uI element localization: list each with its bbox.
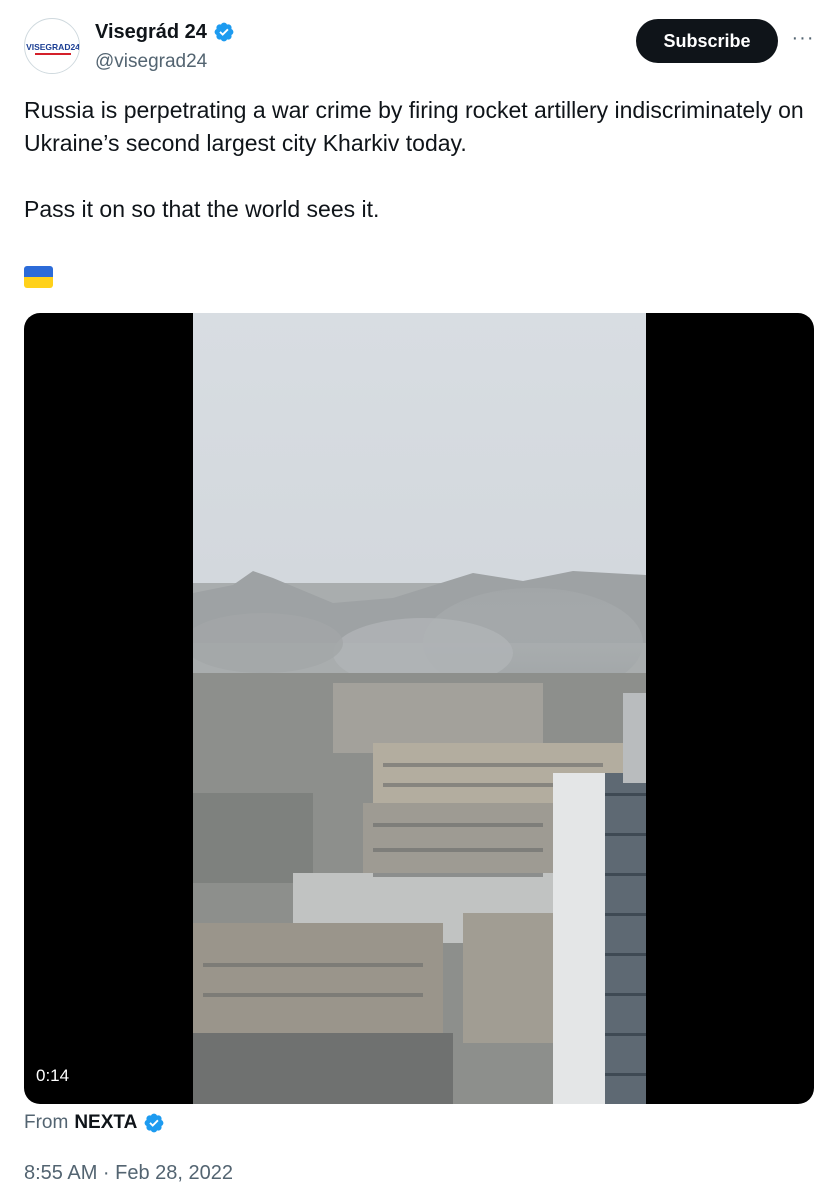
ukraine-flag-icon: [24, 266, 53, 288]
avatar[interactable]: VISEGRAD24: [24, 18, 80, 74]
subscribe-button[interactable]: Subscribe: [636, 19, 778, 63]
visegrad-logo-icon: VISEGRAD24: [26, 20, 80, 73]
video-source: From NEXTA: [24, 1112, 165, 1134]
video-source-name[interactable]: NEXTA: [74, 1112, 137, 1134]
video-frame: [193, 313, 646, 1104]
video-player[interactable]: 0:14: [24, 313, 814, 1104]
author-handle[interactable]: @visegrad24: [95, 50, 207, 74]
video-source-prefix: From: [24, 1112, 69, 1133]
verified-badge-icon: [143, 1112, 165, 1134]
author-name[interactable]: Visegrád 24: [95, 19, 207, 45]
author-name-row[interactable]: Visegrád 24: [95, 19, 235, 45]
verified-badge-icon: [213, 21, 235, 43]
avatar-logo-text: VISEGRAD24: [26, 42, 80, 52]
tweet-paragraph-1: Russia is perpetrating a war crime by fi…: [24, 97, 804, 156]
tweet-timestamp[interactable]: 8:55 AM · Feb 28, 2022: [24, 1162, 233, 1185]
tweet-paragraph-2: Pass it on so that the world sees it.: [24, 196, 380, 222]
tweet-text: Russia is perpetrating a war crime by fi…: [24, 94, 804, 226]
video-duration: 0:14: [36, 1066, 70, 1085]
more-options-icon[interactable]: ···: [790, 28, 816, 54]
